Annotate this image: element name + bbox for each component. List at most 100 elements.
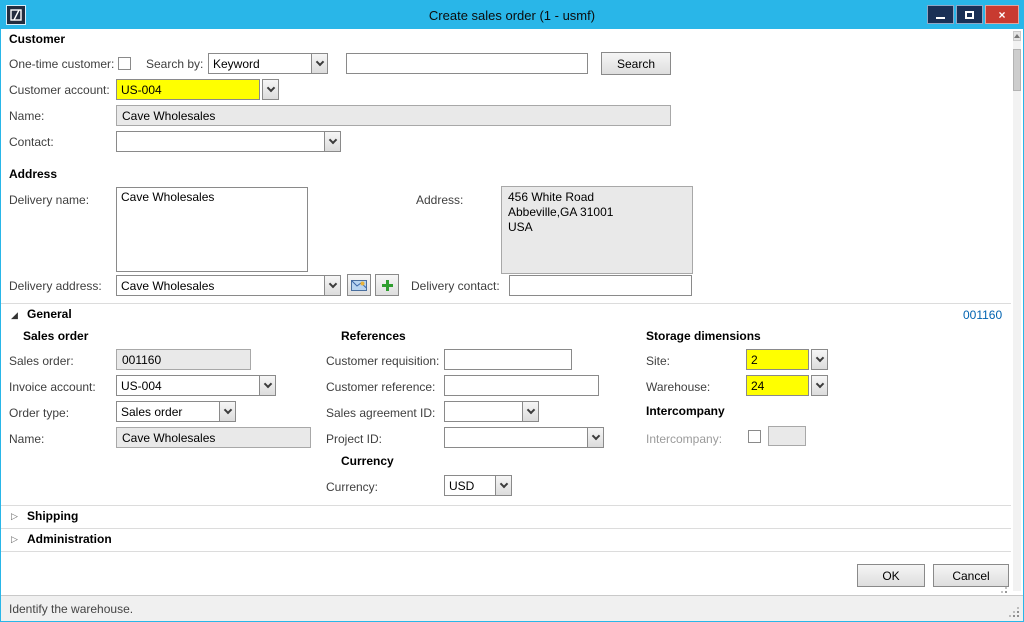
create-sales-order-window: Create sales order (1 - usmf) × Customer… bbox=[0, 0, 1024, 622]
one-time-customer-label: One-time customer: bbox=[9, 57, 115, 71]
contact-combo[interactable] bbox=[116, 131, 341, 152]
title-bar[interactable]: Create sales order (1 - usmf) × bbox=[1, 1, 1023, 29]
contact-value[interactable] bbox=[116, 131, 325, 152]
order-type-value[interactable]: Sales order bbox=[116, 401, 220, 422]
administration-expand-icon[interactable]: ▷ bbox=[11, 534, 18, 545]
invoice-account-combo[interactable]: US-004 bbox=[116, 375, 276, 396]
sales-agreement-value[interactable] bbox=[444, 401, 523, 422]
search-button[interactable]: Search bbox=[601, 52, 671, 75]
shipping-expand-icon[interactable]: ▷ bbox=[11, 511, 18, 522]
project-id-label: Project ID: bbox=[326, 432, 383, 446]
site-label: Site: bbox=[646, 354, 671, 368]
intercompany-group-header: Intercompany bbox=[646, 404, 725, 418]
view-address-map-button[interactable] bbox=[347, 274, 371, 296]
warehouse-dropdown-icon[interactable] bbox=[811, 375, 828, 396]
customer-name-label: Name: bbox=[9, 109, 45, 123]
resize-grip[interactable] bbox=[1007, 605, 1019, 617]
delivery-address-value[interactable]: Cave Wholesales bbox=[116, 275, 325, 296]
window-controls: × bbox=[927, 5, 1019, 24]
order-type-select[interactable]: Sales order bbox=[116, 401, 236, 422]
delivery-contact-label: Delivery contact: bbox=[411, 279, 500, 293]
project-id-dropdown-icon[interactable] bbox=[587, 427, 604, 448]
maximize-button[interactable] bbox=[956, 5, 983, 24]
currency-label: Currency: bbox=[326, 480, 379, 494]
sales-agreement-dropdown-icon[interactable] bbox=[522, 401, 539, 422]
currency-select[interactable]: USD bbox=[444, 475, 512, 496]
customer-account-value[interactable]: US-004 bbox=[116, 79, 260, 100]
warehouse-label: Warehouse: bbox=[646, 380, 711, 394]
section-divider bbox=[1, 303, 1011, 304]
delivery-address-dropdown-icon[interactable] bbox=[324, 275, 341, 296]
general-section-header[interactable]: General bbox=[27, 307, 72, 321]
warehouse-value[interactable]: 24 bbox=[746, 375, 809, 396]
invoice-account-value[interactable]: US-004 bbox=[116, 375, 260, 396]
shipping-section-header[interactable]: Shipping bbox=[27, 509, 78, 523]
delivery-address-combo[interactable]: Cave Wholesales bbox=[116, 275, 341, 296]
minimize-button[interactable] bbox=[927, 5, 954, 24]
search-by-dropdown-icon[interactable] bbox=[311, 53, 328, 74]
map-icon bbox=[351, 279, 367, 291]
intercompany-checkbox bbox=[748, 430, 761, 443]
administration-section-header[interactable]: Administration bbox=[27, 532, 112, 546]
site-dropdown-icon[interactable] bbox=[811, 349, 828, 370]
project-id-combo[interactable] bbox=[444, 427, 604, 448]
close-button[interactable]: × bbox=[985, 5, 1019, 24]
form-resize-grip[interactable] bbox=[997, 583, 1007, 593]
currency-group-header: Currency bbox=[341, 454, 394, 468]
warehouse-combo[interactable]: 24 bbox=[746, 375, 828, 396]
customer-requisition-label: Customer requisition: bbox=[326, 354, 440, 368]
scroll-up-icon[interactable] bbox=[1013, 31, 1021, 41]
address-display: 456 White Road Abbeville,GA 31001 USA bbox=[501, 186, 693, 274]
general-name-field: Cave Wholesales bbox=[116, 427, 311, 448]
site-value[interactable]: 2 bbox=[746, 349, 809, 370]
sales-order-label: Sales order: bbox=[9, 354, 74, 368]
search-by-select[interactable]: Keyword bbox=[208, 53, 328, 74]
general-name-label: Name: bbox=[9, 432, 45, 446]
address-section-header: Address bbox=[9, 167, 58, 181]
delivery-contact-input[interactable] bbox=[509, 275, 692, 296]
sales-order-field: 001160 bbox=[116, 349, 251, 370]
intercompany-label: Intercompany: bbox=[646, 432, 723, 446]
delivery-name-label: Delivery name: bbox=[9, 193, 90, 207]
customer-requisition-input[interactable] bbox=[444, 349, 572, 370]
invoice-account-dropdown-icon[interactable] bbox=[259, 375, 276, 396]
minimize-icon bbox=[936, 17, 945, 19]
maximize-icon bbox=[965, 10, 974, 19]
customer-reference-input[interactable] bbox=[444, 375, 599, 396]
vertical-scrollbar[interactable] bbox=[1013, 31, 1021, 591]
intercompany-id-field bbox=[768, 426, 806, 446]
section-divider bbox=[1, 528, 1011, 529]
general-collapse-icon[interactable]: ◢ bbox=[11, 310, 18, 321]
currency-value[interactable]: USD bbox=[444, 475, 496, 496]
invoice-account-label: Invoice account: bbox=[9, 380, 96, 394]
site-combo[interactable]: 2 bbox=[746, 349, 828, 370]
add-address-button[interactable] bbox=[375, 274, 399, 296]
scrollbar-thumb[interactable] bbox=[1013, 49, 1021, 91]
project-id-value[interactable] bbox=[444, 427, 588, 448]
ok-button[interactable]: OK bbox=[857, 564, 925, 587]
section-divider bbox=[1, 551, 1011, 552]
customer-search-input[interactable] bbox=[346, 53, 588, 74]
window-title: Create sales order (1 - usmf) bbox=[428, 7, 596, 23]
references-group-header: References bbox=[341, 329, 406, 343]
order-type-dropdown-icon[interactable] bbox=[219, 401, 236, 422]
customer-account-dropdown-icon[interactable] bbox=[262, 79, 279, 100]
currency-dropdown-icon[interactable] bbox=[495, 475, 512, 496]
sales-agreement-combo[interactable] bbox=[444, 401, 539, 422]
sales-agreement-id-label: Sales agreement ID: bbox=[326, 406, 436, 420]
plus-icon bbox=[381, 279, 393, 291]
contact-label: Contact: bbox=[9, 135, 54, 149]
contact-dropdown-icon[interactable] bbox=[324, 131, 341, 152]
storage-dimensions-group-header: Storage dimensions bbox=[646, 329, 761, 343]
status-bar: Identify the warehouse. bbox=[1, 595, 1023, 621]
delivery-name-textarea[interactable]: Cave Wholesales bbox=[116, 187, 308, 272]
customer-account-combo[interactable]: US-004 bbox=[116, 79, 279, 100]
customer-account-label: Customer account: bbox=[9, 83, 110, 97]
order-type-label: Order type: bbox=[9, 406, 70, 420]
address-label: Address: bbox=[416, 193, 464, 207]
one-time-customer-checkbox[interactable] bbox=[118, 57, 131, 70]
search-by-value[interactable]: Keyword bbox=[208, 53, 312, 74]
record-id-link[interactable]: 001160 bbox=[963, 308, 1002, 322]
status-text: Identify the warehouse. bbox=[9, 602, 134, 616]
customer-reference-label: Customer reference: bbox=[326, 380, 436, 394]
